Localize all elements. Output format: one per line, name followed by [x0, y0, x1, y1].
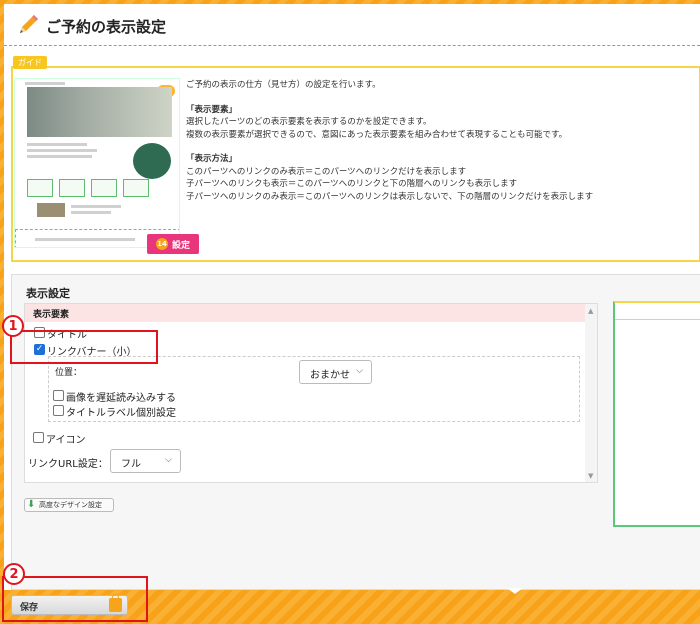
guide-setting-button[interactable]: 14 設定 — [147, 234, 199, 254]
step-number-badge: 14 — [155, 238, 168, 250]
lock-icon — [109, 594, 122, 612]
guide-method-text-2: 子パーツへのリンクも表示＝このパーツへのリンクと下の階層へのリンクも表示します — [186, 179, 518, 189]
callout-2: 2 — [3, 563, 25, 585]
thumb-photo — [37, 203, 65, 217]
preview-panel — [613, 301, 700, 527]
thumb-line — [71, 211, 111, 214]
lazy-load-label: 画像を遅延読み込みする — [66, 393, 176, 404]
list-header-label: 表示要素 — [33, 310, 70, 320]
title-label-individual-checkbox[interactable] — [53, 405, 64, 416]
guide-method-text-3: 子パーツへのリンクのみ表示＝このパーツへのリンクは表示しないで、下の階層のリンク… — [186, 191, 594, 202]
guide-tag: ガイド — [13, 56, 47, 69]
list-scrollbar[interactable]: ▲ ▼ — [585, 304, 597, 482]
thumb-line — [27, 155, 92, 158]
guide-setting-label: 設定 — [171, 240, 190, 251]
guide-intro: ご予約の表示の仕方（見せ方）の設定を行います。 — [186, 80, 381, 90]
position-select-value: おまかせ — [310, 370, 350, 381]
save-button[interactable]: 保存 — [11, 594, 128, 615]
title-label-individual-label: タイトルラベル個別設定 — [66, 408, 176, 419]
settings-title: 表示設定 — [26, 287, 70, 300]
guide-method-heading: 「表示方法」 — [186, 154, 238, 164]
icon-checkbox-label: アイコン — [46, 435, 86, 446]
thumb-banner-image — [27, 87, 172, 137]
download-arrow-icon: ⬇ — [27, 499, 36, 510]
save-button-label: 保存 — [20, 603, 39, 613]
position-label: 位置： — [55, 368, 83, 378]
thumb-card — [59, 179, 85, 197]
guide-thumbnail — [14, 78, 180, 248]
scroll-down-icon[interactable]: ▼ — [588, 473, 594, 480]
thumb-line — [27, 149, 97, 152]
thumb-card — [91, 179, 117, 197]
scroll-up-icon[interactable]: ▲ — [588, 308, 594, 315]
lazy-load-checkbox[interactable] — [53, 390, 64, 401]
callout-1: 1 — [2, 315, 24, 337]
thumb-card — [123, 179, 149, 197]
thumb-line — [35, 238, 135, 241]
preview-divider — [615, 319, 700, 320]
page-title: ご予約の表示設定 — [46, 18, 167, 36]
guide-elements-heading: 「表示要素」 — [186, 104, 238, 115]
list-header: 表示要素 — [25, 304, 587, 322]
advanced-design-button[interactable]: ⬇ 高度なデザイン設定 — [24, 498, 114, 512]
footer-notch — [507, 588, 523, 594]
page-header: ご予約の表示設定 — [4, 4, 700, 46]
link-url-select-value: フル — [121, 459, 141, 470]
guide-elements-text-2: 複数の表示要素が選択できるので、意図にあった表示要素を組み合わせて表現することも… — [186, 129, 568, 140]
guide-method-text-1: このパーツへのリンクのみ表示＝このパーツへのリンクだけを表示します — [186, 166, 467, 177]
chevron-down-icon: ⌵ — [165, 455, 172, 465]
icon-checkbox[interactable] — [33, 432, 44, 443]
link-url-select[interactable]: フル ⌵ — [110, 449, 181, 473]
thumb-circle — [133, 143, 171, 179]
thumb-card — [27, 179, 53, 197]
link-url-label: リンクURL設定： — [28, 459, 108, 470]
thumb-line — [25, 82, 65, 85]
position-select[interactable]: おまかせ ⌵ — [299, 360, 372, 384]
advanced-design-label: 高度なデザイン設定 — [39, 501, 102, 509]
thumb-line — [27, 143, 87, 146]
highlight-box-1 — [10, 330, 158, 364]
thumb-line — [71, 205, 121, 208]
guide-elements-text-1: 選択したパーツのどの表示要素を表示するのかを設定できます。 — [186, 117, 432, 127]
chevron-down-icon: ⌵ — [356, 366, 363, 376]
guide-description: ご予約の表示の仕方（見せ方）の設定を行います。 「表示要素」 選択したパーツのど… — [186, 79, 686, 203]
pencil-icon — [20, 15, 38, 33]
